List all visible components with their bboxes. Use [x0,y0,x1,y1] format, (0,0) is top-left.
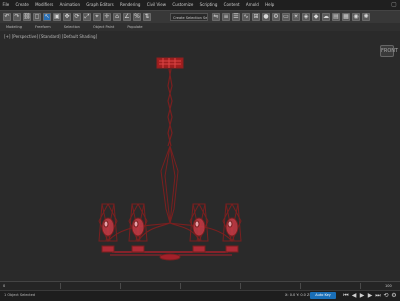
perspective-viewport[interactable]: [+] [Perspective] [Standard] [Default Sh… [0,31,400,281]
tab-populate[interactable]: Populate [121,23,148,31]
chain [167,68,173,147]
tab-modeling[interactable]: Modeling [0,23,28,31]
menu-create[interactable]: Create [13,0,31,10]
angle-snap-icon[interactable]: ∠ [123,13,131,21]
selection-set-dropdown[interactable]: Create Selection Set [170,13,208,21]
menu-arnold[interactable]: Arnold [243,0,261,10]
pivot-icon[interactable]: ✛ [103,13,111,21]
snap-icon[interactable]: ⌂ [113,13,121,21]
camera-icon[interactable]: ◉ [352,13,360,21]
go-start-icon[interactable]: ⏮ [343,292,349,299]
tab-object-paint[interactable]: Object Paint [87,23,120,31]
auto-key-button[interactable]: Auto Key [310,292,336,299]
menu-civil-view[interactable]: Civil View [144,0,168,10]
time-config-icon[interactable]: ⚙ [391,292,397,299]
menu-modifiers[interactable]: Modifiers [33,0,56,10]
select-icon[interactable]: ◻ [33,13,41,21]
bottom-finial [159,253,181,261]
menu-customize[interactable]: Customize [170,0,196,10]
timeline-start: 0 [3,284,6,288]
window-icon[interactable]: ▢ [390,1,398,9]
menu-scripting[interactable]: Scripting [197,0,220,10]
schematic-icon[interactable]: ⊞ [252,13,260,21]
select-region-icon[interactable]: ▣ [53,13,61,21]
menu-rendering[interactable]: Rendering [118,0,143,10]
menu-help[interactable]: Help [263,0,277,10]
render-frame-icon[interactable]: ▭ [282,13,290,21]
menu-graph-editors[interactable]: Graph Editors [84,0,116,10]
percent-snap-icon[interactable]: % [133,13,141,21]
lamp-4 [222,203,242,253]
rotate-icon[interactable]: ⟳ [73,13,81,21]
select-object-icon[interactable]: ↖ [43,13,51,21]
timeline[interactable]: 0 100 [0,282,400,291]
status-bar: 0 100 1 Object Selected X: 0.0 Y: 0.0 Z:… [0,281,400,301]
light-icon[interactable]: ✺ [362,13,370,21]
layers-icon[interactable]: ☰ [232,13,240,21]
playback-controls: ⏮ ◀ ▶ ▶ ⏭ ⟲ ⚙ [343,292,398,299]
link-icon[interactable]: ⛓ [23,13,31,21]
tab-selection[interactable]: Selection [58,23,86,31]
next-frame-icon[interactable]: ▶ [367,292,373,299]
arms [107,222,233,256]
menu-bar: File Create Modifiers Animation Graph Ed… [0,0,400,10]
undo-icon[interactable]: ↶ [3,13,11,21]
menu-animation[interactable]: Animation [57,0,82,10]
move-icon[interactable]: ✥ [63,13,71,21]
menu-content[interactable]: Content [221,0,242,10]
cloud-icon[interactable]: ☁ [322,13,330,21]
redo-icon[interactable]: ↷ [13,13,21,21]
lamp-1 [98,203,118,253]
material-editor-icon[interactable]: ● [262,13,270,21]
ceiling-canopy [156,57,184,69]
tab-freeform[interactable]: Freeform [29,23,57,31]
lamp-3 [189,203,209,253]
center-cage [160,145,179,224]
status-text: 1 Object Selected [4,293,36,297]
mirror-icon[interactable]: ⇋ [212,13,220,21]
scale-icon[interactable]: ⤢ [83,13,91,21]
timeline-end: 100 [385,284,392,288]
arnold-icon[interactable]: ◆ [312,13,320,21]
key-mode-icon[interactable]: ⟲ [383,292,389,299]
place-icon[interactable]: ⌖ [93,13,101,21]
prev-frame-icon[interactable]: ◀ [351,292,357,299]
render-setup-icon[interactable]: ⚙ [272,13,280,21]
go-end-icon[interactable]: ⏭ [375,292,381,299]
play-icon[interactable]: ▶ [359,292,365,299]
render-production-icon[interactable]: ◈ [302,13,310,21]
curve-editor-icon[interactable]: ∿ [242,13,250,21]
chandelier-wireframe[interactable] [0,31,400,281]
viewport-icon[interactable]: ▤ [332,13,340,21]
spinner-snap-icon[interactable]: ⇅ [143,13,151,21]
menu-file[interactable]: File [0,0,12,10]
render-icon[interactable]: ☀ [292,13,300,21]
grid-icon[interactable]: ▦ [342,13,350,21]
align-icon[interactable]: ≡ [222,13,230,21]
lamp-2 [128,203,148,253]
